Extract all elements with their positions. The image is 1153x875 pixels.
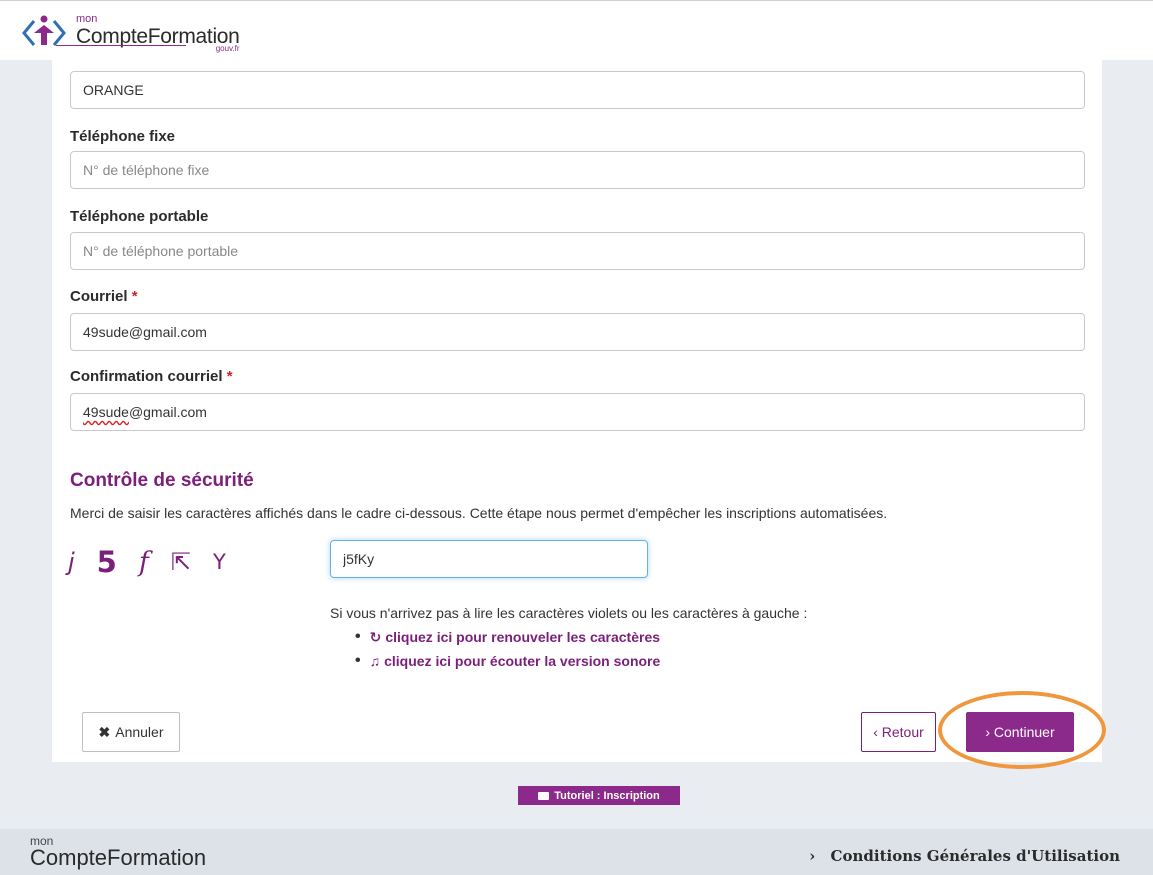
tutorial-button[interactable]: Tutoriel : Inscription	[518, 786, 680, 805]
captcha-help-text: Si vous n'arrivez pas à lire les caractè…	[330, 605, 808, 621]
email-input[interactable]	[70, 313, 1085, 351]
logo-underline	[56, 45, 186, 46]
cgu-link[interactable]: › Conditions Générales d'Utilisation	[809, 847, 1120, 865]
top-bar: mon CompteFormation gouv.fr	[0, 0, 1153, 60]
site-logo[interactable]: mon CompteFormation gouv.fr	[20, 13, 240, 53]
continue-button[interactable]: › Continuer	[966, 712, 1074, 752]
captcha-image: j 5 f ⇱ Y	[68, 540, 248, 584]
refresh-icon: ↻	[369, 628, 382, 645]
email-confirm-label-text: Confirmation courriel	[70, 368, 223, 385]
footer-logo-name: CompteFormation	[30, 845, 207, 870]
back-button[interactable]: ‹ Retour	[861, 712, 936, 752]
mobile-phone-input[interactable]	[70, 232, 1085, 270]
bullet: •	[355, 628, 361, 645]
mobile-phone-label: Téléphone portable	[70, 208, 209, 225]
email-confirm-label: Confirmation courriel *	[70, 368, 233, 385]
footer-logo[interactable]: mon CompteFormation	[30, 835, 206, 869]
tutorial-label: Tutoriel : Inscription	[554, 789, 660, 802]
email-confirm-required-mark: *	[226, 368, 233, 385]
captcha-char: j	[68, 548, 75, 576]
captcha-char: 5	[96, 545, 117, 579]
security-title: Contrôle de sécurité	[70, 470, 254, 491]
video-icon	[538, 791, 550, 800]
cancel-label: Annuler	[115, 724, 164, 740]
logo-mark-icon	[22, 15, 66, 46]
email-confirm-input[interactable]: 49sude @gmail.com	[70, 393, 1085, 431]
logo-text: mon CompteFormation gouv.fr	[76, 12, 240, 53]
cgu-label: Conditions Générales d'Utilisation	[830, 847, 1120, 865]
chevron-right-icon: ›	[809, 847, 816, 865]
captcha-char: Y	[212, 550, 226, 574]
fixed-phone-input[interactable]	[70, 151, 1085, 189]
captcha-help-list: • ↻ cliquez ici pour renouveler les cara…	[355, 628, 660, 676]
captcha-input[interactable]	[330, 540, 648, 578]
email-confirm-value-prefix: 49sude	[83, 404, 129, 420]
renew-captcha-link[interactable]: • ↻ cliquez ici pour renouveler les cara…	[355, 628, 660, 646]
email-label: Courriel *	[70, 288, 138, 305]
email-required-mark: *	[131, 288, 138, 305]
email-label-text: Courriel	[70, 288, 128, 305]
music-icon: ♫	[369, 653, 381, 669]
operator-value: ORANGE	[83, 82, 144, 98]
operator-input[interactable]: ORANGE	[70, 71, 1085, 109]
logo-mon: mon	[76, 12, 98, 25]
renew-captcha-label: cliquez ici pour renouveler les caractèr…	[385, 629, 661, 645]
captcha-char: ⇱	[170, 548, 191, 576]
footer: mon CompteFormation › Conditions Général…	[0, 829, 1153, 875]
cancel-button[interactable]: ✖ Annuler	[82, 712, 180, 752]
close-icon: ✖	[98, 723, 111, 740]
audio-captcha-label: cliquez ici pour écouter la version sono…	[384, 653, 661, 669]
audio-captcha-link[interactable]: • ♫ cliquez ici pour écouter la version …	[355, 652, 660, 670]
security-description: Merci de saisir les caractères affichés …	[70, 505, 888, 521]
fixed-phone-label: Téléphone fixe	[70, 128, 176, 145]
bullet: •	[355, 652, 361, 669]
email-confirm-value-suffix: @gmail.com	[128, 404, 207, 420]
captcha-char: f	[138, 546, 149, 578]
